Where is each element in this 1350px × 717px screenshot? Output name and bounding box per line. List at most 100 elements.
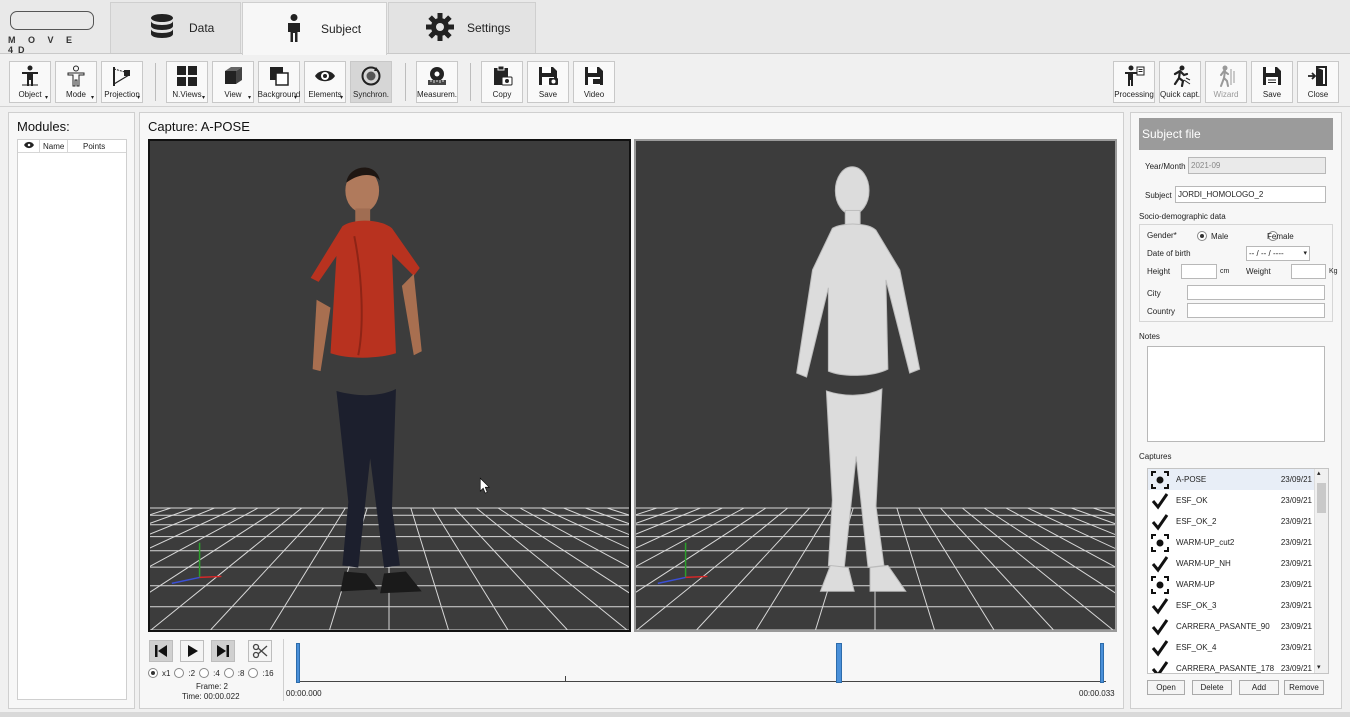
- speed-radio-half[interactable]: [174, 668, 185, 678]
- check-icon: [1151, 639, 1169, 657]
- height-field[interactable]: [1181, 264, 1217, 279]
- country-field[interactable]: [1187, 303, 1325, 318]
- grid-line: [519, 507, 629, 568]
- save-image-button[interactable]: Save: [527, 61, 569, 103]
- processing-button[interactable]: Processing: [1113, 61, 1155, 103]
- tab-settings[interactable]: Settings: [388, 2, 536, 53]
- capture-row[interactable]: WARM-UP 23/09/21: [1148, 574, 1314, 595]
- close-button[interactable]: Close: [1297, 61, 1339, 103]
- eye-icon: [315, 70, 335, 82]
- mesh-3d-viewport[interactable]: [634, 139, 1117, 632]
- capture-name: WARM-UP_NH: [1176, 559, 1231, 568]
- grid-line: [150, 507, 215, 535]
- grid-line: [607, 507, 629, 516]
- grid-line: [636, 507, 745, 567]
- capture-row[interactable]: A-POSE 23/09/21: [1148, 469, 1314, 490]
- capture-area: Capture: A-POSE x1:2:4:8:16 Frame: 2…: [139, 112, 1124, 709]
- check-icon: [1151, 492, 1169, 510]
- tab-data[interactable]: Data: [110, 2, 241, 53]
- weight-label: Weight: [1246, 267, 1271, 276]
- capture-row[interactable]: WARM-UP_NH 23/09/21: [1148, 553, 1314, 574]
- measurement-button[interactable]: Measurem.: [416, 61, 458, 103]
- measure-tape-icon: [428, 67, 446, 85]
- city-field[interactable]: [1187, 285, 1325, 300]
- delete-capture-button[interactable]: Delete: [1192, 680, 1232, 695]
- capture-row[interactable]: WARM-UP_cut2 23/09/21: [1148, 532, 1314, 553]
- timeline-start-handle[interactable]: [296, 643, 300, 683]
- floppy-camera-icon: [539, 67, 558, 85]
- modules-table[interactable]: Name Points: [17, 139, 127, 700]
- cut-button[interactable]: [248, 640, 272, 662]
- captures-label: Captures: [1139, 452, 1172, 461]
- elements-button[interactable]: Elements ▾: [304, 61, 346, 103]
- play-button[interactable]: [180, 640, 204, 662]
- column-name[interactable]: Name: [40, 139, 68, 153]
- modules-table-header: Name Points: [18, 139, 126, 153]
- captures-scrollbar[interactable]: ▴ ▾: [1314, 469, 1328, 673]
- speed-radio-sixteenth[interactable]: [248, 668, 259, 678]
- socio-demographic-group: Gender* Male Female Date of birth -- / -…: [1139, 224, 1338, 322]
- open-capture-button[interactable]: Open: [1147, 680, 1185, 695]
- weight-field[interactable]: [1291, 264, 1326, 279]
- date-of-birth-picker[interactable]: -- / -- / ---- ▾: [1246, 246, 1310, 261]
- save-subject-button[interactable]: Save: [1251, 61, 1293, 103]
- target-icon: [1151, 533, 1169, 552]
- gender-female-label: Female: [1267, 232, 1294, 241]
- speed-radio-quarter[interactable]: [199, 668, 210, 678]
- top-tab-bar: M O V E 4D Data Subject Settings: [0, 0, 1350, 55]
- gender-male-radio[interactable]: [1197, 231, 1207, 241]
- background-button[interactable]: Background ▾: [258, 61, 300, 103]
- object-button[interactable]: Object ▾: [9, 61, 51, 103]
- timeline-current-marker[interactable]: [836, 643, 843, 683]
- remove-capture-button[interactable]: Remove: [1284, 680, 1324, 695]
- timeline-end-time: 00:00.033: [1079, 689, 1115, 698]
- tab-subject[interactable]: Subject: [242, 2, 387, 55]
- timeline-track[interactable]: 00:00.000 00:00.033: [283, 639, 1117, 701]
- add-capture-button[interactable]: Add: [1239, 680, 1279, 695]
- projection-button[interactable]: Projection ▾: [101, 61, 143, 103]
- target-icon: [1151, 470, 1169, 489]
- capture-row[interactable]: ESF_OK_2 23/09/21: [1148, 511, 1314, 532]
- time-label: Time: 00:00.022: [182, 692, 240, 701]
- quick-capture-button[interactable]: Quick capt.: [1159, 61, 1201, 103]
- city-label: City: [1147, 289, 1161, 298]
- captures-list[interactable]: A-POSE 23/09/21 ESF_OK 23/09/21 ESF_OK_2 23/0…: [1147, 468, 1329, 674]
- capture-date: 23/09/21: [1280, 643, 1312, 652]
- subject-file-panel: Subject file Year/Month 2021-09 Subject …: [1130, 112, 1342, 709]
- n-views-button[interactable]: N.Views ▾: [166, 61, 208, 103]
- copy-button[interactable]: Copy: [481, 61, 523, 103]
- speed-radio-eighth[interactable]: [223, 668, 234, 678]
- capture-name: A-POSE: [1176, 475, 1207, 484]
- year-month-label: Year/Month: [1145, 162, 1186, 171]
- view-button[interactable]: View ▾: [212, 61, 254, 103]
- capture-row[interactable]: ESF_OK 23/09/21: [1148, 490, 1314, 511]
- visibility-eye-icon[interactable]: [18, 139, 40, 153]
- grid-line: [432, 507, 509, 630]
- wizard-button[interactable]: Wizard: [1205, 61, 1247, 103]
- skip-to-start-button[interactable]: [149, 640, 173, 662]
- grid-line: [961, 507, 1114, 630]
- capture-row[interactable]: ESF_OK_3 23/09/21: [1148, 595, 1314, 616]
- capture-row[interactable]: CARRERA_PASANTE_90 23/09/21: [1148, 616, 1314, 637]
- capture-date: 23/09/21: [1280, 475, 1312, 484]
- person-icon: [279, 13, 309, 46]
- subject-name-field[interactable]: JORDI_HOMOLOGO_2: [1175, 186, 1326, 203]
- mode-button[interactable]: Mode ▾: [55, 61, 97, 103]
- textured-3d-viewport[interactable]: [148, 139, 631, 632]
- chevron-down-icon: ▾: [1303, 250, 1307, 257]
- capture-name: CARRERA_PASANTE_178: [1176, 664, 1275, 673]
- capture-row[interactable]: ESF_OK_4 23/09/21: [1148, 637, 1314, 658]
- speed-radio-x1[interactable]: [148, 668, 158, 678]
- play-icon: [188, 645, 198, 657]
- video-button[interactable]: Video: [573, 61, 615, 103]
- skip-to-end-button[interactable]: [211, 640, 235, 662]
- synchron-button[interactable]: Synchron.: [350, 61, 392, 103]
- column-points[interactable]: Points: [68, 140, 126, 153]
- notes-textarea[interactable]: [1147, 346, 1325, 442]
- socio-demographic-title: Socio-demographic data: [1139, 212, 1226, 221]
- height-unit: cm: [1220, 268, 1230, 275]
- timeline-end-handle[interactable]: [1100, 643, 1104, 683]
- playback-speed-selector: x1 :2 :4 :8 :16: [148, 668, 274, 678]
- capture-date: 23/09/21: [1280, 664, 1312, 673]
- capture-row[interactable]: CARRERA_PASANTE_178 23/09/21: [1148, 658, 1314, 673]
